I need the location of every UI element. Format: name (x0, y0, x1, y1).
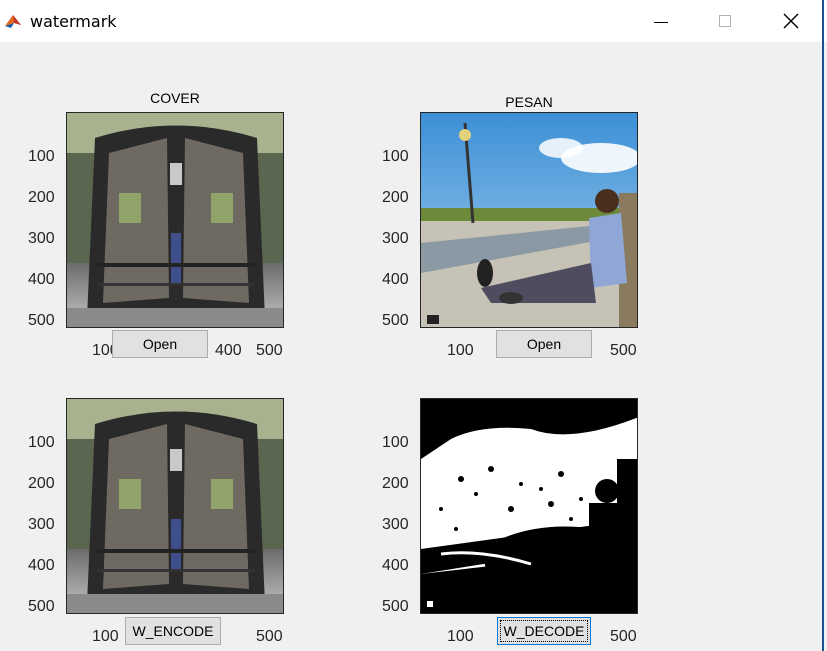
x-tick: 500 (256, 342, 283, 359)
x-tick: 400 (215, 342, 242, 359)
y-tick: 400 (382, 271, 409, 288)
close-icon (783, 13, 799, 29)
minimize-icon (654, 21, 668, 23)
y-tick: 200 (382, 475, 409, 492)
y-tick: 500 (28, 598, 55, 615)
y-tick: 300 (28, 230, 55, 247)
y-tick: 400 (28, 271, 55, 288)
title-bar: watermark (0, 0, 827, 42)
y-tick: 200 (28, 475, 55, 492)
axes-decoded-image (420, 398, 638, 614)
x-tick: 100 (92, 628, 119, 645)
x-tick: 500 (256, 628, 283, 645)
y-tick: 200 (382, 189, 409, 206)
maximize-button[interactable] (702, 0, 748, 42)
y-tick: 100 (28, 148, 55, 165)
y-tick: 400 (28, 557, 55, 574)
x-tick: 500 (610, 628, 637, 645)
y-tick: 500 (28, 312, 55, 329)
x-tick: 500 (610, 342, 637, 359)
matlab-app-icon (4, 12, 22, 30)
open-pesan-button[interactable]: Open (496, 330, 592, 358)
y-tick: 200 (28, 189, 55, 206)
x-tick: 100 (447, 342, 474, 359)
w-encode-button[interactable]: W_ENCODE (125, 617, 221, 645)
window-edge (822, 0, 824, 651)
y-tick: 300 (382, 230, 409, 247)
x-tick: 100 (447, 628, 474, 645)
axes-cover-image (66, 112, 284, 328)
maximize-icon (719, 15, 731, 27)
axes-pesan-image (420, 112, 638, 328)
w-decode-button[interactable]: W_DECODE (497, 617, 591, 645)
axes-title-cover: COVER (150, 90, 200, 106)
close-button[interactable] (768, 0, 814, 42)
y-tick: 300 (382, 516, 409, 533)
y-tick: 100 (382, 434, 409, 451)
axes-encoded-image (66, 398, 284, 614)
y-tick: 300 (28, 516, 55, 533)
y-tick: 500 (382, 598, 409, 615)
y-tick: 400 (382, 557, 409, 574)
axes-title-pesan: PESAN (505, 94, 553, 110)
window-title: watermark (30, 12, 117, 31)
minimize-button[interactable] (638, 0, 684, 42)
y-tick: 100 (382, 148, 409, 165)
open-cover-button[interactable]: Open (112, 330, 208, 358)
y-tick: 100 (28, 434, 55, 451)
y-tick: 500 (382, 312, 409, 329)
